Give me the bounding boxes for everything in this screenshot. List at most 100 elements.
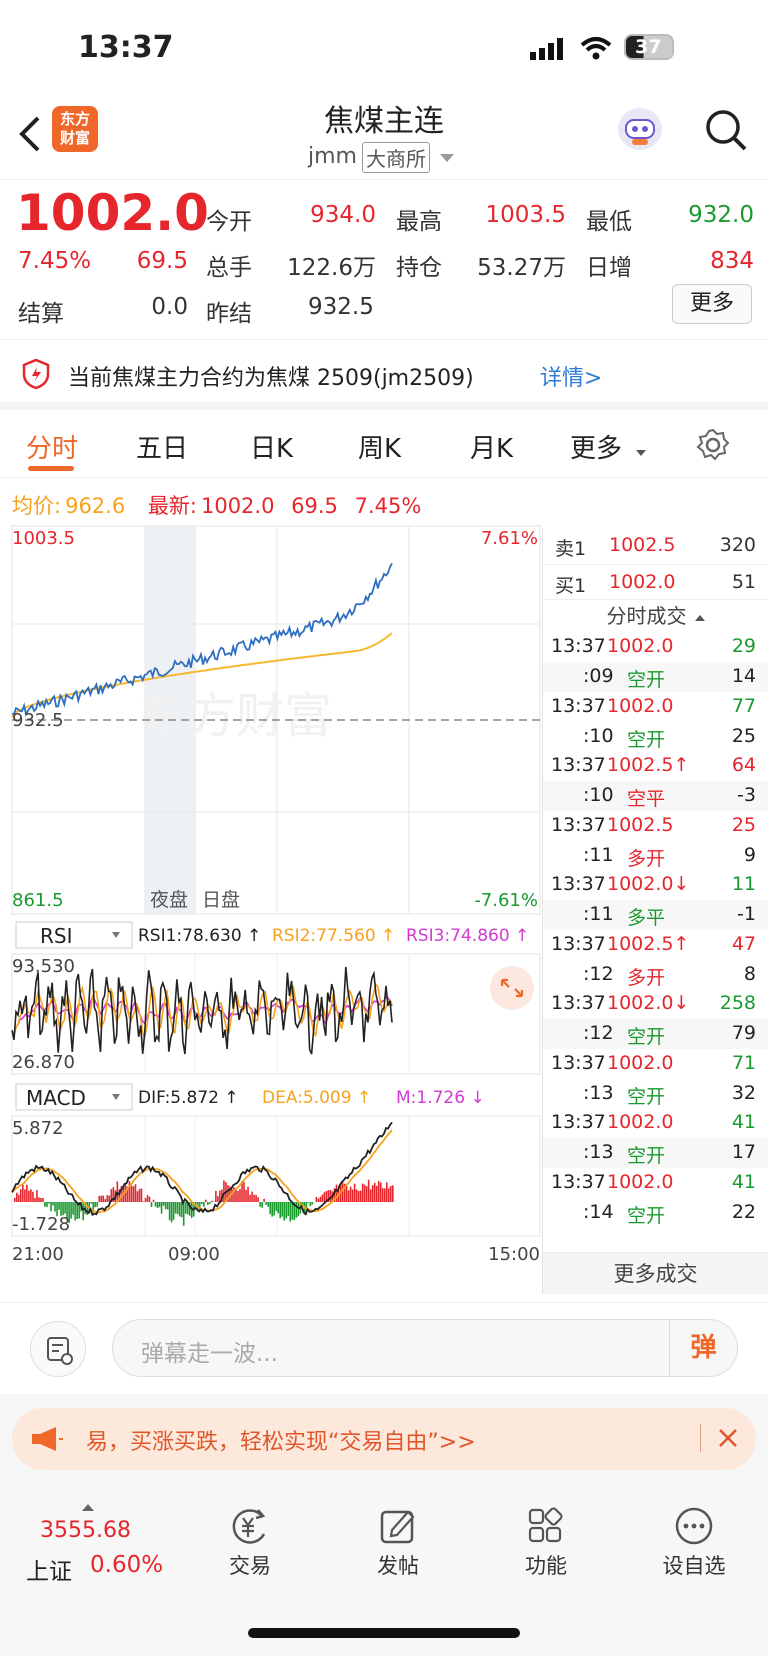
tab-more[interactable]: 更多	[570, 428, 622, 465]
macd-min-label: -1.728	[12, 1214, 70, 1235]
tab-daily-k[interactable]: 日K	[250, 428, 293, 465]
macd-bar	[26, 1184, 28, 1202]
tick-price: 1002.5	[607, 813, 674, 836]
intraday-chart[interactable]: 东方财富 1003.5 932.5 861.5 7.61% -7.61% 夜盘 …	[0, 522, 542, 1302]
macd-bar	[152, 1199, 155, 1202]
notice-detail-link[interactable]: 详情>	[540, 360, 602, 392]
open-value: 934.0	[310, 202, 376, 228]
main-contract-notice[interactable]: 当前焦煤主力合约为焦煤 2509(jm2509) 详情>	[0, 340, 768, 410]
macd-bar	[277, 1202, 279, 1214]
search-icon[interactable]	[704, 108, 748, 156]
tab-functions[interactable]: 功能	[506, 1506, 586, 1580]
signal-icon	[530, 38, 566, 60]
tick-seconds: :12	[583, 1022, 614, 1044]
macd-bar	[40, 1197, 42, 1202]
rsi1-value: RSI1:78.630 ↑	[138, 926, 261, 946]
tab-intraday[interactable]: 分时	[26, 428, 78, 465]
tick-subrow: :13 空开 17	[543, 1138, 768, 1168]
x-tick-close: 15:00	[488, 1244, 540, 1265]
macd-bar	[211, 1200, 213, 1202]
tab-watchlist-label: 设自选	[662, 1554, 726, 1578]
macd-bar	[281, 1202, 284, 1217]
tab-monthly-k[interactable]: 月K	[470, 428, 513, 465]
volume-label: 总手	[206, 255, 252, 281]
tick-price: 1002.0	[607, 694, 674, 717]
exchange-badge[interactable]: 大商所	[362, 142, 430, 173]
index-value: 3555.68	[40, 1518, 131, 1543]
tab-post-label: 发帖	[377, 1554, 419, 1578]
tick-subrow: :10 空平 -3	[543, 781, 768, 811]
bid-label: 买1	[555, 575, 587, 597]
tab-functions-label: 功能	[525, 1554, 567, 1578]
order-book-panel: 卖1 1002.5 320 买1 1002.0 51 分时成交 13:37 100…	[542, 528, 768, 1294]
avg-price: 962.6	[65, 494, 126, 518]
tick-volume: 41	[731, 1170, 756, 1193]
macd-max-label: 5.872	[12, 1118, 64, 1139]
danmu-settings-icon[interactable]	[30, 1321, 86, 1377]
macd-bar	[106, 1195, 109, 1202]
index-ticker[interactable]: 3555.68 上证 0.60%	[20, 1496, 163, 1596]
tick-row: 13:37 1002.0↓ 11	[543, 870, 768, 900]
macd-bar	[74, 1202, 76, 1221]
macd-bar	[100, 1195, 103, 1202]
tab-post[interactable]: 发帖	[358, 1506, 438, 1580]
status-time: 13:37	[78, 30, 174, 65]
tab-five-day[interactable]: 五日	[136, 428, 188, 465]
macd-bar	[44, 1202, 46, 1207]
tick-time: 13:37	[551, 1051, 606, 1074]
close-icon[interactable]	[716, 1426, 740, 1454]
ticks-header[interactable]: 分时成交	[543, 600, 768, 632]
macd-bar	[54, 1202, 56, 1212]
macd-bar	[46, 1202, 48, 1207]
macd-bar	[140, 1188, 143, 1202]
more-ticks-button[interactable]: 更多成交	[543, 1252, 768, 1294]
tick-price: 1002.0	[607, 1170, 674, 1193]
change-pct: 7.45%	[18, 248, 92, 274]
tab-trade[interactable]: 交易	[210, 1506, 290, 1580]
macd-bar	[16, 1192, 18, 1202]
macd-bar	[156, 1202, 159, 1208]
macd-bar	[223, 1180, 225, 1202]
danmu-send-button[interactable]: 弹	[669, 1320, 737, 1376]
macd-bar	[367, 1179, 370, 1202]
tick-volume: 77	[731, 694, 756, 717]
tick-row: 13:37 1002.5↑ 47	[543, 930, 768, 960]
danmu-input[interactable]: 弹幕走一波... 弹	[112, 1319, 738, 1377]
macd-bar	[72, 1202, 74, 1215]
macd-bar	[104, 1199, 107, 1202]
pct-min-label: -7.61%	[474, 890, 538, 911]
robot-assistant-icon[interactable]	[618, 108, 662, 150]
shield-icon	[22, 358, 50, 394]
macd-bar	[34, 1197, 36, 1202]
tick-time: 13:37	[551, 992, 606, 1014]
macd-bar	[375, 1185, 378, 1202]
macd-bar	[347, 1190, 350, 1202]
tab-watchlist[interactable]: 设自选	[654, 1506, 734, 1580]
yuan-icon	[232, 1509, 266, 1544]
tick-seconds: :10	[583, 784, 614, 806]
ad-banner[interactable]: 易，买涨买跌，轻松实现“交易自由”>>	[12, 1408, 756, 1470]
chevron-down-icon[interactable]	[440, 154, 454, 162]
tick-oi-change: 14	[731, 665, 756, 687]
home-indicator	[248, 1628, 520, 1638]
tick-time: 13:37	[551, 813, 606, 836]
tick-time: 13:37	[551, 873, 606, 895]
macd-bar	[245, 1189, 247, 1202]
macd-bar	[275, 1202, 277, 1211]
macd-bar	[128, 1180, 131, 1202]
more-button[interactable]: 更多	[672, 284, 752, 324]
danmu-bar: 弹幕走一波... 弹	[0, 1302, 768, 1394]
tick-seconds: :09	[583, 665, 614, 687]
macd-bar	[42, 1198, 44, 1202]
gear-icon[interactable]	[696, 428, 730, 466]
tick-type: 多平	[627, 907, 666, 929]
tick-oi-change: -3	[737, 784, 756, 806]
tab-weekly-k[interactable]: 周K	[358, 428, 401, 465]
tick-volume: 64	[731, 754, 756, 776]
macd-bar	[353, 1183, 356, 1202]
macd-bar	[207, 1202, 209, 1205]
ask-volume: 320	[719, 534, 756, 556]
open-label: 今开	[206, 209, 252, 235]
macd-bar	[136, 1191, 139, 1202]
ad-divider	[700, 1424, 701, 1452]
